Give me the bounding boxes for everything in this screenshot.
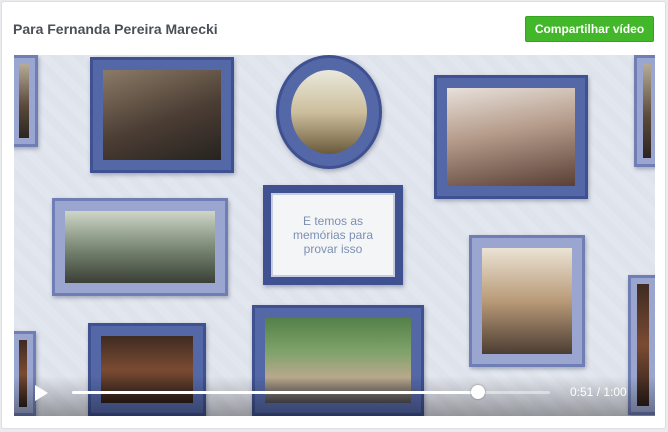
photo: [65, 211, 215, 283]
photo-frame: [469, 235, 585, 367]
memory-message: E temos as memórias para provar isso: [292, 214, 374, 256]
progress-bar[interactable]: [72, 385, 550, 399]
video-card: Para Fernanda Pereira Marecki Compartilh…: [1, 1, 666, 429]
photo: [447, 88, 575, 186]
photo-frame: [14, 55, 38, 147]
oval-photo-frame: [276, 55, 382, 169]
photo: [103, 70, 221, 160]
time-display: 0:51 / 1:00: [570, 385, 627, 399]
photo-frame: [52, 198, 228, 296]
play-icon[interactable]: [35, 385, 48, 401]
video-player[interactable]: E temos as memórias para provar isso 0:5…: [14, 55, 655, 416]
photo: [291, 70, 367, 154]
memory-text-card-inner: E temos as memórias para provar isso: [271, 193, 395, 277]
page-title: Para Fernanda Pereira Marecki: [13, 21, 218, 37]
photo: [482, 248, 572, 354]
memory-text-card: E temos as memórias para provar isso: [263, 185, 403, 285]
photo-frame: [634, 55, 655, 167]
progress-fill: [72, 391, 479, 394]
video-controls: [14, 376, 655, 416]
photo-frame: [434, 75, 588, 199]
share-video-button[interactable]: Compartilhar vídeo: [525, 16, 654, 42]
photo-frame: [90, 57, 234, 173]
